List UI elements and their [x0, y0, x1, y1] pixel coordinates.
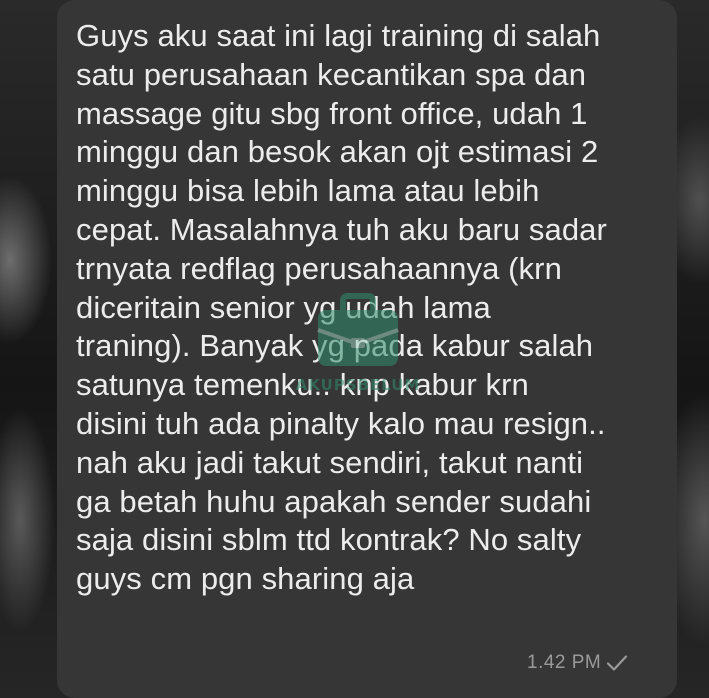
message-line: cepat. Masalahnya tuh aku baru sadar — [76, 211, 607, 247]
message-line: diceritain senior yg udah lama — [76, 289, 491, 325]
message-timestamp: 1.42 PM — [527, 652, 602, 673]
message-line: satunya temenku.. knp kabur krn — [76, 367, 529, 403]
message-line: saja disini sblm ttd kontrak? No salty — [76, 522, 582, 558]
message-line: minggu bisa lebih lama atau lebih — [76, 173, 540, 209]
message-line: massage gitu sbg front office, udah 1 — [76, 95, 588, 131]
message-line: trnyata redflag perusahaannya (krn — [76, 250, 562, 286]
message-line: guys cm pgn sharing aja — [76, 561, 415, 597]
check-icon — [607, 655, 628, 671]
message-line: disini tuh ada pinalty kalo mau resign.. — [76, 405, 606, 441]
message-line: satu perusahaan kecantikan spa dan — [76, 56, 587, 92]
message-line: traning). Banyak yg pada kabur salah — [76, 328, 594, 364]
message-line: ga betah huhu apakah sender sudahi — [76, 483, 592, 519]
message-line: Guys aku saat ini lagi training di salah — [76, 18, 601, 53]
message-text: Guys aku saat ini lagi training di salah… — [76, 17, 676, 599]
message-line: minggu dan besok akan ojt estimasi 2 — [76, 134, 599, 170]
message-meta: 1.42 PM — [527, 651, 628, 675]
message-line: nah aku jadi takut sendiri, takut nanti — [76, 444, 584, 480]
